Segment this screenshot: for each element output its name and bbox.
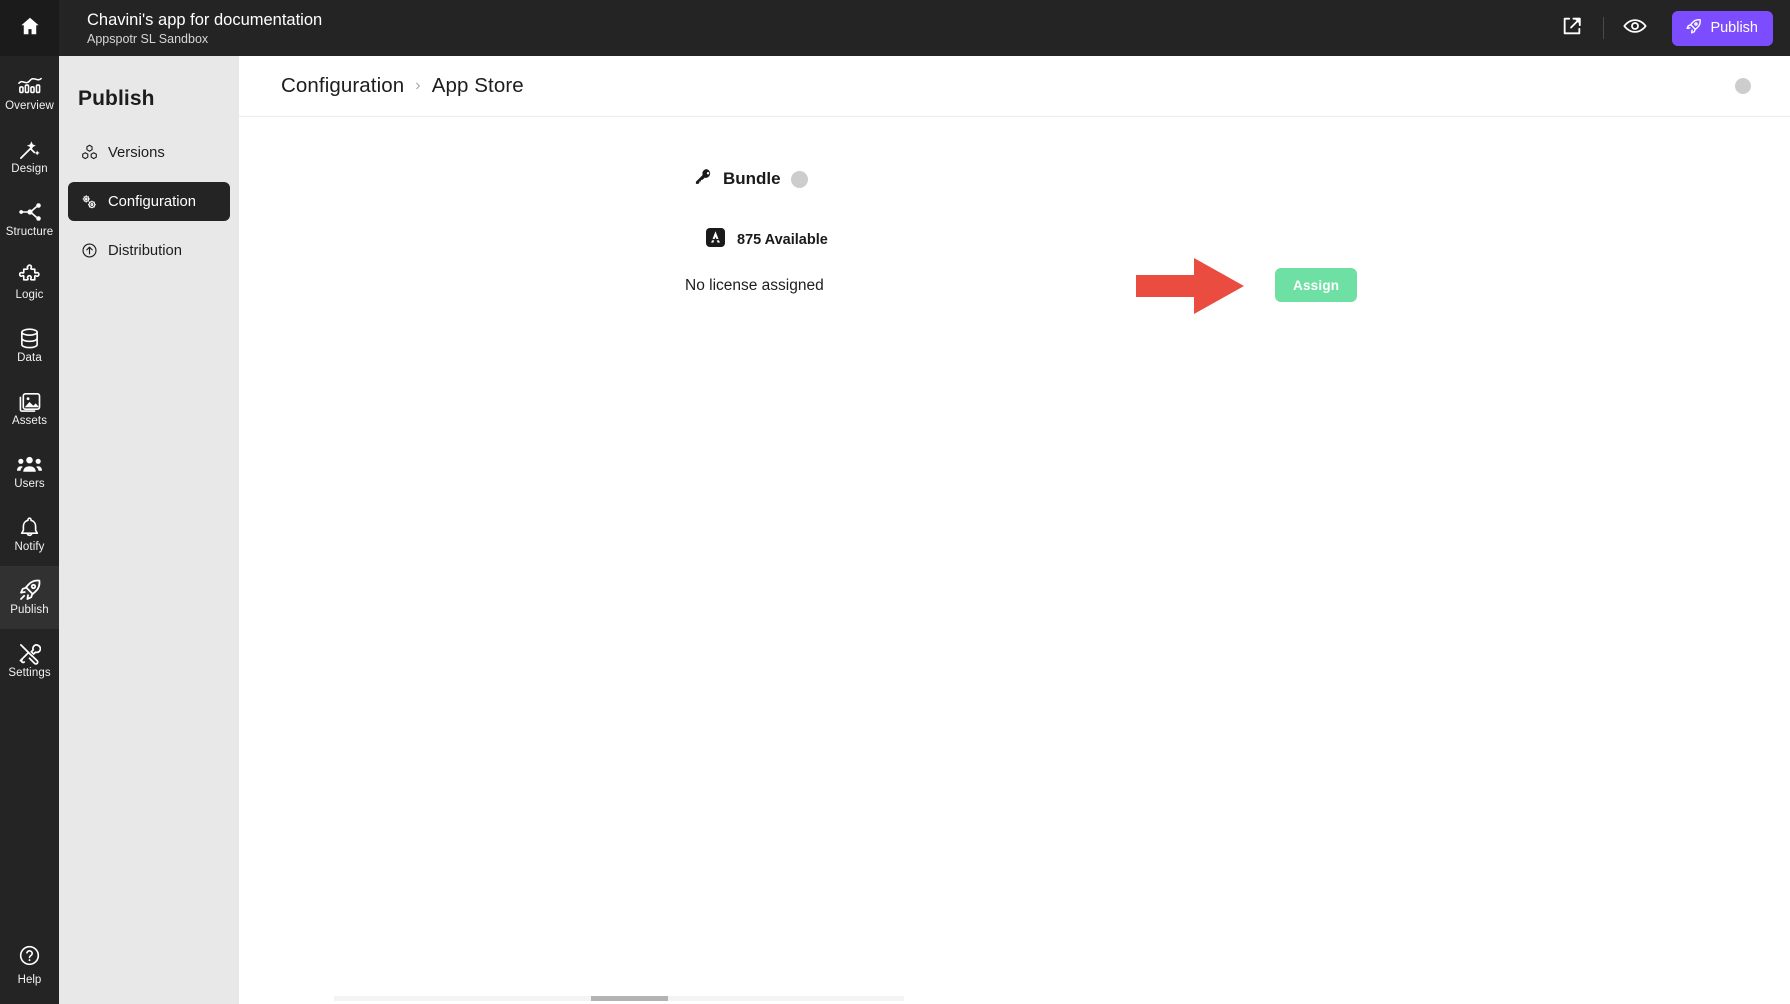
panel-title: Publish <box>78 87 155 110</box>
publish-button[interactable]: Publish <box>1672 10 1773 46</box>
rocket-icon <box>18 578 42 602</box>
structure-icon <box>18 200 42 224</box>
header-titles: Chavini's app for documentation Appspotr… <box>87 10 322 47</box>
assign-button[interactable]: Assign <box>1275 268 1358 302</box>
rail-item-label: Design <box>11 163 48 175</box>
rail-item-label: Assets <box>11 415 48 427</box>
tools-icon <box>18 641 41 665</box>
arrow-up-circle-icon <box>80 242 98 259</box>
rail-item-label: Notify <box>14 541 45 553</box>
question-circle-icon <box>18 944 41 972</box>
rail-item-label: Structure <box>5 226 54 238</box>
breadcrumb: Configuration › App Store <box>239 56 1790 117</box>
home-button[interactable] <box>0 0 59 56</box>
status-dot <box>1735 78 1751 94</box>
panel-item-label: Distribution <box>108 242 183 259</box>
database-icon <box>19 326 40 350</box>
rail-item-label: Users <box>14 478 45 490</box>
app-window: Overview Design Structure Logic Data Ass… <box>0 0 1790 1004</box>
rail-item-users[interactable]: Users <box>0 440 59 503</box>
rocket-icon <box>1685 18 1702 39</box>
app-store-icon <box>706 228 725 252</box>
rail-item-logic[interactable]: Logic <box>0 251 59 314</box>
rail-item-settings[interactable]: Settings <box>0 629 59 692</box>
panel-item-configuration[interactable]: Configuration <box>68 182 230 221</box>
workspace-name: Appspotr SL Sandbox <box>87 31 209 46</box>
license-status-text: No license assigned <box>685 277 824 294</box>
app-store-config-body: Bundle 875 Available No license assigned <box>239 117 1790 1004</box>
puzzle-icon <box>18 263 41 287</box>
panel-item-versions[interactable]: Versions <box>68 133 230 172</box>
publish-panel: Publish Versions Configuration Distribut… <box>59 56 239 1004</box>
home-icon <box>19 15 41 42</box>
bundle-status-dot <box>790 170 808 188</box>
rail-item-label: Data <box>17 352 42 364</box>
bell-icon <box>19 515 40 539</box>
panel-item-distribution[interactable]: Distribution <box>68 231 230 270</box>
rail-item-data[interactable]: Data <box>0 314 59 377</box>
boxes-icon <box>80 144 98 161</box>
rail-item-label: Overview <box>5 100 54 112</box>
license-row: No license assigned <box>685 277 1365 295</box>
preview-button[interactable] <box>1614 8 1656 48</box>
rail-item-overview[interactable]: Overview <box>0 62 59 125</box>
publish-button-label: Publish <box>1710 20 1758 36</box>
header-divider <box>1603 17 1605 39</box>
rail-item-design[interactable]: Design <box>0 125 59 188</box>
rail-item-structure[interactable]: Structure <box>0 188 59 251</box>
bundle-heading: Bundle <box>694 167 808 191</box>
app-title: Chavini's app for documentation <box>87 10 323 29</box>
gears-icon <box>80 193 98 211</box>
magic-wand-icon <box>18 137 41 161</box>
header-actions: Publish <box>1551 8 1790 48</box>
available-count: 875 Available <box>737 232 828 248</box>
panel-item-label: Configuration <box>108 193 197 210</box>
breadcrumb-current: App Store <box>431 74 524 97</box>
breadcrumb-parent[interactable]: Configuration <box>281 74 404 98</box>
rail-item-list: Overview Design Structure Logic Data Ass… <box>0 56 59 692</box>
chart-icon <box>17 74 42 98</box>
panel-item-label: Versions <box>108 144 165 161</box>
app-header: Chavini's app for documentation Appspotr… <box>59 0 1790 56</box>
rail-item-label: Publish <box>10 604 49 616</box>
eye-icon <box>1623 16 1648 41</box>
users-icon <box>17 452 42 476</box>
rail-item-notify[interactable]: Notify <box>0 503 59 566</box>
scrollbar-thumb[interactable] <box>591 996 668 1001</box>
rail-item-label: Logic <box>15 289 44 301</box>
rail-item-label: Settings <box>8 667 51 679</box>
breadcrumb-separator: › <box>415 77 421 94</box>
image-icon <box>18 389 41 413</box>
horizontal-scrollbar[interactable] <box>239 993 1790 1004</box>
rail-item-label: Help <box>17 974 42 986</box>
app-store-availability: 875 Available <box>706 228 828 252</box>
key-icon <box>694 167 713 191</box>
main-content: Configuration › App Store Bundle 875 Ava… <box>239 56 1790 1004</box>
rail-item-assets[interactable]: Assets <box>0 377 59 440</box>
share-icon <box>1561 15 1583 42</box>
bundle-label: Bundle <box>723 169 781 188</box>
rail-item-help[interactable]: Help <box>0 944 59 986</box>
rail-item-publish[interactable]: Publish <box>0 566 59 629</box>
primary-nav-rail: Overview Design Structure Logic Data Ass… <box>0 0 59 1004</box>
share-button[interactable] <box>1551 8 1593 48</box>
